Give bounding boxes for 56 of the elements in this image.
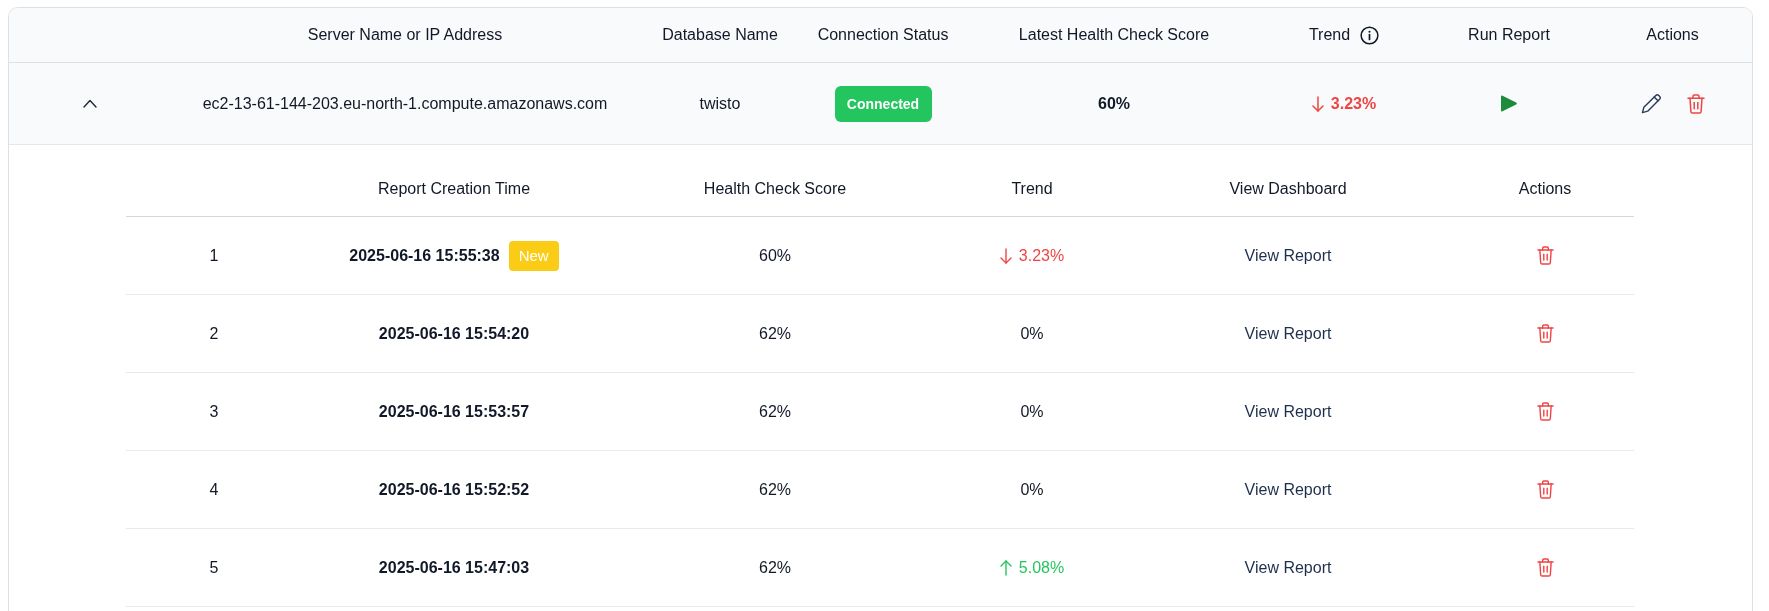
health-score: 62% [759,480,791,499]
row-number: 2 [209,324,219,343]
health-score: 62% [759,402,791,421]
trash-icon[interactable] [1536,324,1554,343]
trend-value: 5.08% [1018,558,1065,577]
column-header: Trend [1308,26,1351,44]
column-header: Actions [1646,26,1699,44]
server-name: ec2-13-61-144-203.eu-north-1.compute.amazonaws.com [202,94,608,113]
arrow-down-icon [999,247,1012,264]
view-report-link[interactable]: View Report [1244,246,1332,265]
report-time: 2025-06-16 15:52:52 [378,480,530,499]
column-header: Connection Status [817,26,949,44]
row-number: 1 [209,246,219,265]
info-icon[interactable] [1360,25,1380,45]
view-report-link[interactable]: View Report [1244,402,1332,421]
database-name: twisto [699,94,741,113]
health-score: 62% [759,558,791,577]
view-report-link[interactable]: View Report [1244,558,1332,577]
view-report-link[interactable]: View Report [1244,324,1332,343]
column-header: Run Report [1468,26,1550,44]
row-number: 5 [209,558,219,577]
trend-value: 3.23% [1330,94,1377,113]
report-time: 2025-06-16 15:53:57 [378,402,530,421]
trash-icon[interactable] [1536,480,1554,499]
arrow-down-icon [1311,95,1324,112]
column-header: View Dashboard [1229,179,1347,198]
health-score: 62% [759,324,791,343]
chevron-up-icon[interactable] [83,99,97,108]
report-time: 2025-06-16 15:47:03 [378,558,530,577]
trend-value: 3.23% [1018,246,1065,265]
column-header: Actions [1518,179,1572,198]
play-icon[interactable] [1500,94,1518,113]
trash-icon[interactable] [1686,93,1705,114]
health-score: 60% [1098,94,1130,113]
trend-value: 0% [1020,480,1044,499]
column-header: Health Check Score [703,179,847,198]
report-time: 2025-06-16 15:55:38 [349,246,500,265]
column-header: Report Creation Time [377,179,531,198]
trash-icon[interactable] [1536,558,1554,577]
column-header: Database Name [662,26,778,44]
trend-value: 0% [1020,402,1044,421]
trash-icon[interactable] [1536,402,1554,421]
row-number: 3 [209,402,219,421]
view-report-link[interactable]: View Report [1244,480,1332,499]
row-number: 4 [209,480,219,499]
pencil-icon[interactable] [1640,93,1662,114]
status-badge: Connected [834,85,932,122]
new-badge: New [508,240,559,271]
column-header: Latest Health Check Score [1018,26,1210,44]
trend-value: 0% [1020,324,1044,343]
column-header: Trend [1011,179,1053,198]
arrow-up-icon [999,559,1012,576]
report-time: 2025-06-16 15:54:20 [378,324,530,343]
column-header: Server Name or IP Address [307,26,503,44]
trash-icon[interactable] [1536,246,1554,265]
health-score: 60% [759,246,791,265]
